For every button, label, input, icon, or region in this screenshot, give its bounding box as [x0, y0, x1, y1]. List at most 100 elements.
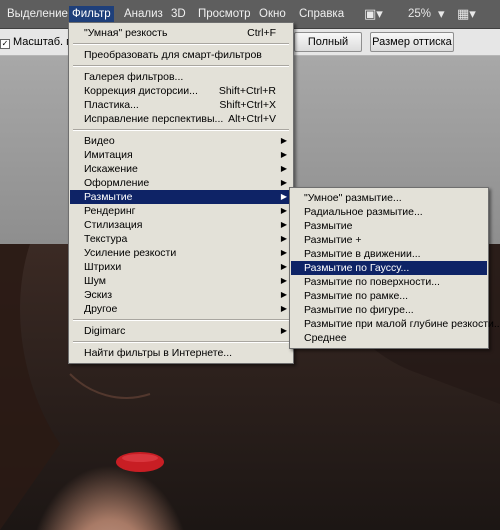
item-label: Коррекция дисторсии... — [84, 85, 198, 97]
submenu-arrow-icon: ▶ — [280, 136, 287, 145]
item-label: Эскиз — [84, 289, 113, 301]
filter-menu-item[interactable]: Текстура ▶ — [70, 232, 292, 246]
submenu-arrow-icon: ▶ — [280, 178, 287, 187]
submenu-arrow-icon: ▶ — [280, 150, 287, 159]
menu-separator — [73, 65, 289, 67]
blur-submenu-item[interactable]: Радиальное размытие... — [291, 205, 487, 219]
menu-separator — [73, 341, 289, 343]
item-label: Радиальное размытие... — [304, 206, 423, 218]
filter-menu-item[interactable]: Найти фильтры в Интернете... — [70, 346, 292, 360]
item-label: Размытие по Гауссу... — [304, 262, 410, 274]
menu-separator — [73, 43, 289, 45]
filter-menu-item[interactable]: Digimarc ▶ — [70, 324, 292, 338]
menu-analysis[interactable]: Анализ — [121, 6, 166, 22]
checkbox-icon[interactable]: ✓ — [0, 39, 10, 49]
blur-submenu-item[interactable]: "Умное" размытие... — [291, 191, 487, 205]
filter-menu-item[interactable]: Исправление перспективы... Alt+Ctrl+V — [70, 112, 292, 126]
blur-submenu-item[interactable]: Размытие + — [291, 233, 487, 247]
blur-submenu-item[interactable]: Размытие при малой глубине резкости... — [291, 317, 500, 331]
filter-menu-item[interactable]: Имитация ▶ — [70, 148, 292, 162]
filter-menu-item[interactable]: Преобразовать для смарт-фильтров — [70, 48, 292, 62]
submenu-arrow-icon: ▶ — [280, 234, 287, 243]
menu-separator — [73, 129, 289, 131]
blur-submenu-item[interactable]: Размытие по фигуре... — [291, 303, 487, 317]
zoom-level[interactable]: 25% — [408, 6, 431, 22]
item-label: Размытие — [84, 191, 133, 203]
item-label: Видео — [84, 135, 115, 147]
submenu-arrow-icon: ▶ — [280, 164, 287, 173]
item-label: Галерея фильтров... — [84, 71, 184, 83]
item-label: Размытие по рамке... — [304, 290, 409, 302]
menu-selection[interactable]: Выделение — [4, 6, 71, 22]
item-label: Другое — [84, 303, 118, 315]
blur-submenu-item-gaussian[interactable]: Размытие по Гауссу... — [291, 261, 487, 275]
item-label: Усиление резкости — [84, 247, 177, 259]
menu-window[interactable]: Окно — [256, 6, 289, 22]
submenu-arrow-icon: ▶ — [280, 290, 287, 299]
filter-menu-item[interactable]: Видео ▶ — [70, 134, 292, 148]
item-label: Преобразовать для смарт-фильтров — [84, 49, 262, 61]
filter-menu-item[interactable]: Искажение ▶ — [70, 162, 292, 176]
item-label: Найти фильтры в Интернете... — [84, 347, 233, 359]
filter-menu-item[interactable]: Шум ▶ — [70, 274, 292, 288]
submenu-arrow-icon: ▶ — [280, 304, 287, 313]
item-label: Размытие по поверхности... — [304, 276, 440, 288]
item-label: Текстура — [84, 233, 128, 245]
item-label: Искажение — [84, 163, 138, 175]
full-screen-button[interactable]: Полный экран — [294, 32, 362, 66]
item-label: Размытие — [304, 220, 353, 232]
item-label: Исправление перспективы... — [84, 113, 224, 125]
submenu-arrow-icon: ▶ — [280, 276, 287, 285]
item-shortcut: Ctrl+F — [247, 27, 276, 39]
filter-menu-item[interactable]: Оформление ▶ — [70, 176, 292, 190]
blur-submenu-item[interactable]: Размытие — [291, 219, 487, 233]
print-size-button[interactable]: Размер оттиска — [370, 32, 454, 52]
menu-separator — [73, 319, 289, 321]
item-shortcut: Alt+Ctrl+V — [228, 113, 276, 125]
filter-menu-item[interactable]: Усиление резкости ▶ — [70, 246, 292, 260]
item-label: Размытие + — [304, 234, 362, 246]
filter-menu-item[interactable]: "Умная" резкость Ctrl+F — [70, 26, 292, 40]
item-label: "Умная" резкость — [84, 27, 168, 39]
filter-menu-item[interactable]: Коррекция дисторсии... Shift+Ctrl+R — [70, 84, 292, 98]
blur-submenu: "Умное" размытие... Радиальное размытие.… — [289, 187, 500, 349]
item-label: Шум — [84, 275, 106, 287]
submenu-arrow-icon: ▶ — [280, 248, 287, 257]
filter-menu-item[interactable]: Галерея фильтров... — [70, 70, 292, 84]
menu-help[interactable]: Справка — [296, 6, 347, 22]
menu-view[interactable]: Просмотр — [195, 6, 254, 22]
zoom-dropdown-icon[interactable]: ▾ — [438, 6, 445, 22]
item-label: Пластика... — [84, 99, 139, 111]
menu-filter[interactable]: Фильтр — [69, 6, 114, 22]
item-label: Штрихи — [84, 261, 122, 273]
blur-submenu-item[interactable]: Размытие по рамке... — [291, 289, 487, 303]
item-shortcut: Shift+Ctrl+R — [218, 85, 276, 97]
blur-submenu-item[interactable]: Размытие в движении... — [291, 247, 487, 261]
filter-menu-item[interactable]: Штрихи ▶ — [70, 260, 292, 274]
item-label: Размытие при малой глубине резкости... — [304, 318, 500, 330]
item-label: Рендеринг — [84, 205, 136, 217]
blur-submenu-item[interactable]: Размытие по поверхности... — [291, 275, 487, 289]
item-label: Стилизация — [84, 219, 143, 231]
filter-menu-item[interactable]: Рендеринг ▶ — [70, 204, 292, 218]
item-label: Имитация — [84, 149, 133, 161]
filter-menu: "Умная" резкость Ctrl+F Преобразовать для… — [68, 22, 294, 364]
item-label: "Умное" размытие... — [304, 192, 402, 204]
item-label: Среднее — [304, 332, 347, 344]
filter-menu-item[interactable]: Эскиз ▶ — [70, 288, 292, 302]
submenu-arrow-icon: ▶ — [280, 206, 287, 215]
filter-menu-item[interactable]: Другое ▶ — [70, 302, 292, 316]
arrange-documents-icon[interactable]: ▦▾ — [457, 6, 476, 22]
item-label: Оформление — [84, 177, 150, 189]
menu-3d[interactable]: 3D — [168, 6, 189, 22]
filter-menu-item[interactable]: Стилизация ▶ — [70, 218, 292, 232]
screen-mode-icon[interactable]: ▣▾ — [364, 6, 383, 22]
blur-submenu-item[interactable]: Среднее — [291, 331, 487, 345]
filter-menu-item[interactable]: Пластика... Shift+Ctrl+X — [70, 98, 292, 112]
submenu-arrow-icon: ▶ — [280, 220, 287, 229]
submenu-arrow-icon: ▶ — [280, 262, 287, 271]
item-label: Размытие в движении... — [304, 248, 421, 260]
submenu-arrow-icon: ▶ — [280, 192, 287, 201]
filter-menu-item-blur[interactable]: Размытие ▶ — [70, 190, 292, 204]
item-shortcut: Shift+Ctrl+X — [219, 99, 276, 111]
